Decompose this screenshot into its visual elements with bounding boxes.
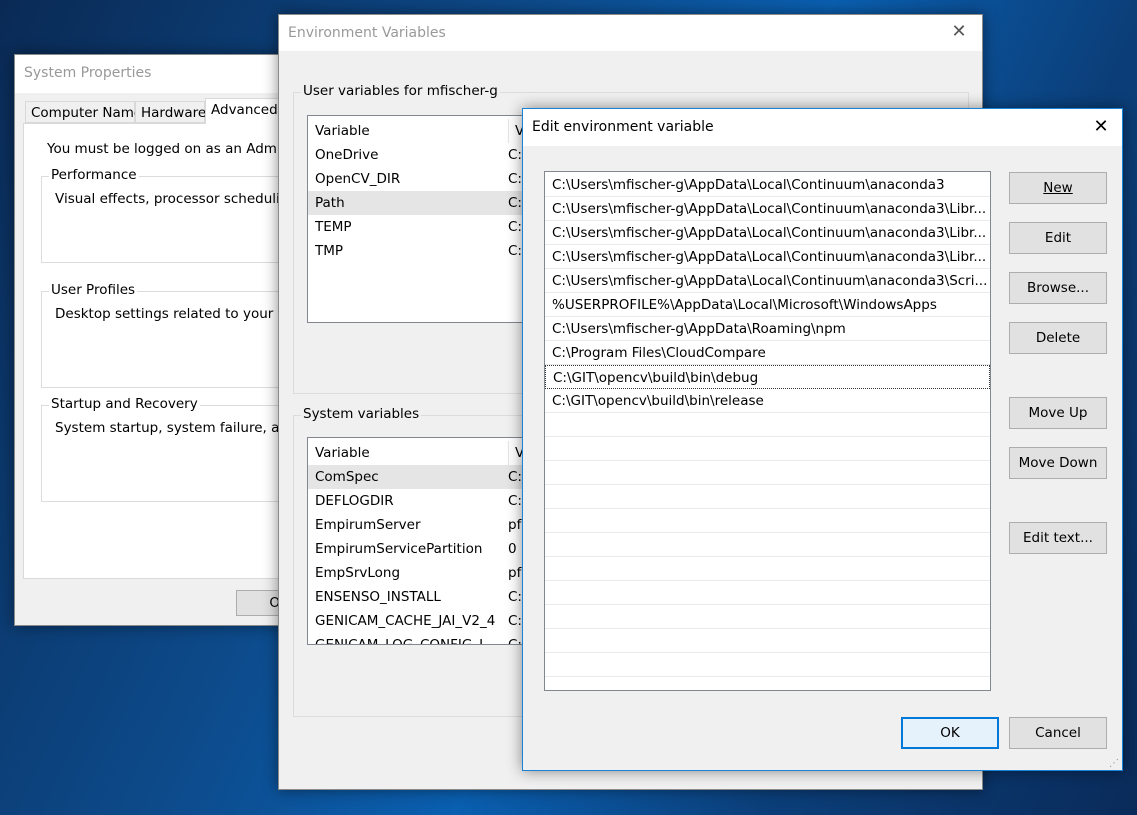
- list-item[interactable]: C:\Users\mfischer-g\AppData\Local\Contin…: [545, 269, 990, 293]
- new-button[interactable]: New: [1009, 172, 1107, 204]
- cancel-button[interactable]: Cancel: [1009, 717, 1107, 749]
- column-header-variable[interactable]: Variable: [315, 441, 370, 465]
- delete-button[interactable]: Delete: [1009, 322, 1107, 354]
- admin-note: You must be logged on as an Administr: [47, 141, 311, 157]
- list-item[interactable]: C:\Users\mfischer-g\AppData\Local\Contin…: [545, 245, 990, 269]
- variable-name: OpenCV_DIR: [315, 171, 401, 187]
- list-item[interactable]: C:\Users\mfischer-g\AppData\Local\Contin…: [545, 173, 990, 197]
- list-item[interactable]: C:\GIT\opencv\build\bin\debug: [545, 365, 990, 389]
- system-properties-window: System Properties Computer Name Hardware…: [14, 54, 326, 626]
- window-title: Edit environment variable: [532, 119, 714, 135]
- close-icon[interactable]: ✕: [944, 21, 974, 42]
- list-item[interactable]: %USERPROFILE%\AppData\Local\Microsoft\Wi…: [545, 293, 990, 317]
- group-label: User Profiles: [49, 282, 138, 298]
- resize-grip-icon[interactable]: ⋰: [1109, 758, 1119, 769]
- window-title: Environment Variables: [288, 25, 446, 41]
- variable-value: 0: [508, 541, 517, 557]
- tab-computer-name[interactable]: Computer Name: [25, 101, 142, 123]
- group-label: System variables: [301, 406, 422, 422]
- variable-name: Path: [315, 195, 345, 211]
- path-entries-list[interactable]: C:\Users\mfischer-g\AppData\Local\Contin…: [544, 171, 991, 691]
- variable-name: DEFLOGDIR: [315, 493, 394, 509]
- variable-name: GENICAM_CACHE_JAI_V2_4: [315, 613, 496, 629]
- list-item[interactable]: C:\Users\mfischer-g\AppData\Local\Contin…: [545, 197, 990, 221]
- group-label: Startup and Recovery: [49, 396, 200, 412]
- move-up-button[interactable]: Move Up: [1009, 397, 1107, 429]
- variable-name: OneDrive: [315, 147, 379, 163]
- list-item[interactable]: C:\Program Files\CloudCompare: [545, 341, 990, 365]
- variable-value: pf: [508, 517, 522, 533]
- group-text: Desktop settings related to your sign-i: [55, 306, 315, 322]
- empty-row[interactable]: [545, 557, 990, 581]
- variable-name: EmpirumServer: [315, 517, 421, 533]
- browse-button[interactable]: Browse...: [1009, 272, 1107, 304]
- variable-name: ComSpec: [315, 469, 379, 485]
- variable-name: ENSENSO_INSTALL: [315, 589, 441, 605]
- empty-row[interactable]: [545, 605, 990, 629]
- ok-button[interactable]: OK: [901, 717, 999, 749]
- empty-row[interactable]: [545, 581, 990, 605]
- edit-button[interactable]: Edit: [1009, 222, 1107, 254]
- empty-row[interactable]: [545, 413, 990, 437]
- startup-recovery-group: Startup and Recovery System startup, sys…: [41, 396, 318, 502]
- empty-row[interactable]: [545, 533, 990, 557]
- edit-environment-variable-dialog: Edit environment variable ✕ C:\Users\mfi…: [522, 108, 1123, 771]
- empty-row[interactable]: [545, 653, 990, 677]
- variable-name: TEMP: [315, 219, 352, 235]
- empty-row[interactable]: [545, 437, 990, 461]
- edit-text-button[interactable]: Edit text...: [1009, 522, 1107, 554]
- close-icon[interactable]: ✕: [1086, 116, 1116, 137]
- empty-row[interactable]: [545, 509, 990, 533]
- title-bar[interactable]: System Properties: [15, 55, 293, 93]
- variable-name: TMP: [315, 243, 344, 259]
- title-bar[interactable]: Environment Variables ✕: [279, 15, 982, 51]
- group-label: User variables for mfischer-g: [301, 83, 500, 99]
- empty-row[interactable]: [545, 677, 990, 690]
- tab-hardware[interactable]: Hardware: [135, 101, 206, 123]
- window-title: System Properties: [24, 65, 152, 81]
- performance-group: Performance Visual effects, processor sc…: [41, 167, 319, 263]
- empty-row[interactable]: [545, 629, 990, 653]
- variable-name: GENICAM_LOG_CONFIG_J: [315, 637, 484, 645]
- button-label: New: [1043, 180, 1073, 196]
- list-item[interactable]: C:\Users\mfischer-g\AppData\Local\Contin…: [545, 221, 990, 245]
- empty-row[interactable]: [545, 485, 990, 509]
- group-label: Performance: [49, 167, 139, 183]
- user-profiles-group: User Profiles Desktop settings related t…: [41, 282, 314, 388]
- column-header-variable[interactable]: Variable: [315, 119, 370, 143]
- empty-row[interactable]: [545, 461, 990, 485]
- variable-name: EmpSrvLong: [315, 565, 401, 581]
- move-down-button[interactable]: Move Down: [1009, 447, 1107, 479]
- title-bar[interactable]: Edit environment variable ✕: [523, 109, 1122, 146]
- tab-advanced[interactable]: Advanced: [205, 98, 285, 124]
- list-item[interactable]: C:\Users\mfischer-g\AppData\Roaming\npm: [545, 317, 990, 341]
- variable-value: pf: [508, 565, 522, 581]
- list-item[interactable]: C:\GIT\opencv\build\bin\release: [545, 389, 990, 413]
- variable-name: EmpirumServicePartition: [315, 541, 483, 557]
